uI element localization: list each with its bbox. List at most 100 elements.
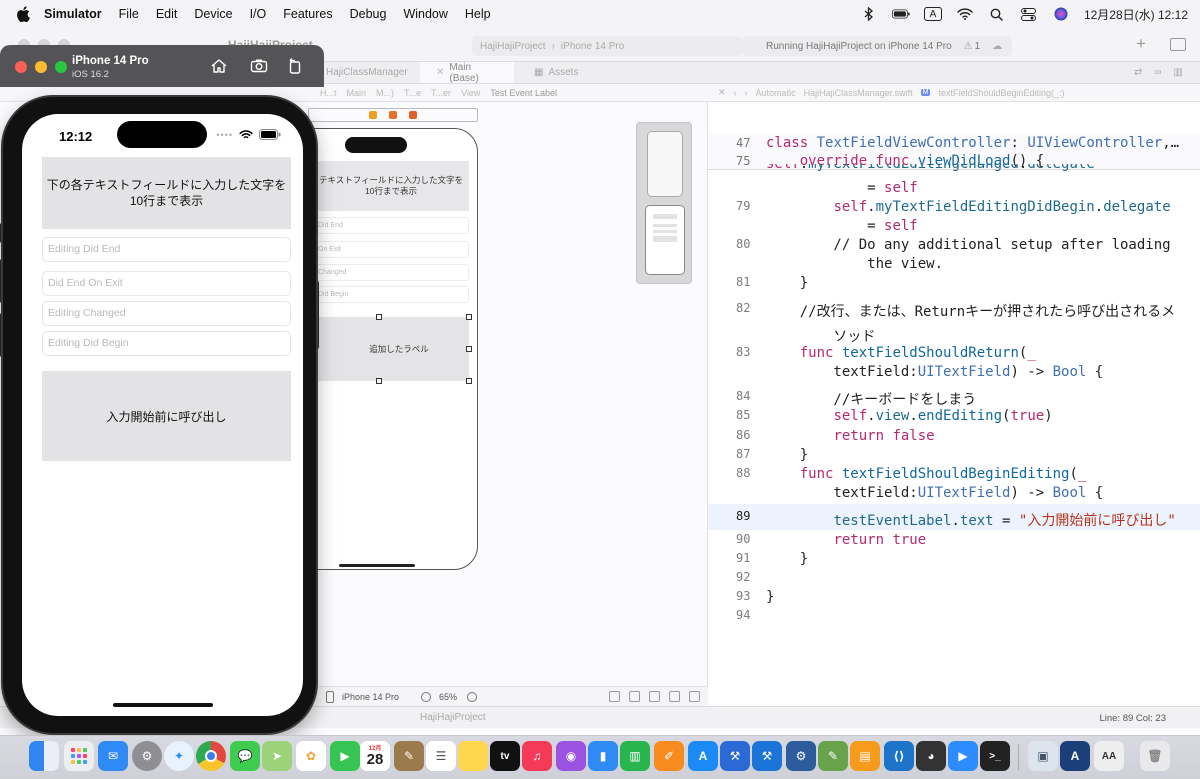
apple-icon[interactable] (16, 6, 30, 22)
menu-help[interactable]: Help (465, 7, 491, 21)
screenshot-icon[interactable] (250, 57, 268, 75)
preview-icon[interactable]: ▣ (1028, 741, 1058, 771)
mail-icon[interactable]: ✉ (98, 741, 128, 771)
apple-tv-icon[interactable]: tv (490, 741, 520, 771)
storyboard-textfield[interactable]: On Exit (309, 241, 469, 258)
music-icon[interactable]: ♫ (522, 741, 552, 771)
rotate-icon[interactable] (286, 57, 304, 75)
code-line-partial[interactable]: self.myTextFieldEditingChanged.delegate (708, 164, 1200, 178)
menu-io[interactable]: I/O (250, 7, 267, 21)
align-icon[interactable] (629, 691, 640, 702)
jump-file[interactable]: HajiHajiClassManager.swift (804, 88, 913, 98)
zoom-level[interactable]: 65% (439, 692, 457, 702)
keynote-icon[interactable]: ▮ (588, 741, 618, 771)
update-frames-icon[interactable] (609, 691, 620, 702)
scheme-selector[interactable]: HajiHajiProject › iPhone 14 Pro (472, 36, 742, 56)
menu-edit[interactable]: Edit (156, 7, 178, 21)
swap-icon[interactable]: ⇄ (1134, 67, 1142, 78)
numbers-icon[interactable]: ▥ (620, 741, 650, 771)
menu-device[interactable]: Device (194, 7, 232, 21)
textfield-editing-did-end[interactable]: Editing Did End (42, 237, 291, 262)
device-config[interactable]: iPhone 14 Pro (342, 692, 399, 702)
textfield-did-end-on-exit[interactable]: Did End On Exit (42, 271, 291, 296)
jump-item[interactable]: Main (347, 88, 367, 98)
menu-app-simulator[interactable]: Simulator (44, 7, 102, 21)
first-responder-icon[interactable] (389, 111, 397, 119)
xcode-icon[interactable]: ⚒ (752, 741, 782, 771)
zoom-icon[interactable] (55, 61, 67, 73)
jump-item[interactable]: View (461, 88, 480, 98)
tab-assets[interactable]: ▦ Assets (534, 62, 578, 83)
storyboard-minimap[interactable] (636, 122, 692, 284)
code-line-current[interactable]: 89 testEventLabel.text = "入力開始前に呼び出し" (708, 504, 1200, 530)
zoom-in-icon[interactable] (467, 691, 478, 702)
scene-dock[interactable] (308, 108, 478, 122)
cloud-icon[interactable]: ☁ (992, 41, 1002, 52)
home-indicator[interactable] (113, 703, 213, 707)
link-icon[interactable]: ∞ (1154, 67, 1161, 78)
input-source-indicator[interactable]: A (923, 7, 942, 21)
storyboard-canvas[interactable]: テキストフィールドに入力した文字を10行まで表示 Did End On Exit… (308, 102, 708, 686)
battery-icon[interactable] (891, 7, 910, 21)
resize-handle[interactable] (466, 314, 472, 320)
textfield-editing-changed[interactable]: Editing Changed (42, 301, 291, 326)
textfield-editing-did-begin[interactable]: Editing Did Begin (42, 331, 291, 356)
reminders-icon[interactable]: ☰ (426, 741, 456, 771)
notes-app-icon[interactable]: ✎ (394, 741, 424, 771)
add-icon[interactable]: + (1136, 34, 1146, 54)
wifi-icon[interactable] (956, 7, 974, 21)
bluetooth-icon[interactable] (860, 7, 878, 21)
status-breadcrumb[interactable]: HajiHajiProject (420, 712, 486, 723)
warning-icon[interactable]: ⚠ (964, 41, 973, 52)
jump-method[interactable]: textFieldShouldBeginEditing(_:) (938, 88, 1064, 98)
simulator-window[interactable]: iPhone 14 Pro iOS 16.2 12:12 •••• 下の各テキス… (0, 45, 324, 735)
split-editor-icon[interactable]: ▥ (1174, 67, 1183, 78)
jump-item[interactable]: T...er (431, 88, 451, 98)
xcode-tool-icon[interactable]: ⚒ (720, 741, 750, 771)
storyboard-textfield[interactable]: Did Begin (309, 286, 469, 303)
close-icon[interactable]: ✕ (718, 87, 726, 98)
jump-item[interactable]: M...) (376, 88, 394, 98)
tab-hajiclassmanager[interactable]: HajiClassManager (326, 62, 408, 83)
zoom-app-icon[interactable]: ▶ (948, 741, 978, 771)
vscode-icon[interactable]: ⟨⟩ (884, 741, 914, 771)
jump-item-selected[interactable]: Test Event Label (490, 88, 557, 98)
finder-icon[interactable] (29, 741, 59, 771)
resize-handle[interactable] (376, 378, 382, 384)
jump-item[interactable]: T...e (404, 88, 421, 98)
close-icon[interactable]: ✕ (436, 67, 444, 78)
simulator-title-bar[interactable]: iPhone 14 Pro iOS 16.2 (0, 45, 324, 87)
sticky-header-class[interactable]: 47 class TextFieldViewController: UIView… (708, 134, 1200, 152)
books-icon[interactable]: ▤ (850, 741, 880, 771)
resize-handle[interactable] (376, 314, 382, 320)
storyboard-textfield[interactable]: Changed (309, 264, 469, 281)
storyboard-header-label[interactable]: テキストフィールドに入力した文字を10行まで表示 (309, 161, 469, 211)
forward-icon[interactable]: › (745, 88, 748, 98)
menu-file[interactable]: File (119, 7, 139, 21)
instruments-icon[interactable]: ⚙ (786, 741, 816, 771)
zoom-out-icon[interactable] (421, 691, 432, 702)
editor-jump-bar[interactable]: ✕ ‹ › Automatic HajiHajiClassManager.swi… (708, 84, 1200, 102)
facetime-icon[interactable]: ▶ (330, 741, 360, 771)
exit-icon[interactable] (409, 111, 417, 119)
script-editor-icon[interactable]: ✎ (818, 741, 848, 771)
discord-icon[interactable]: ◕ (916, 741, 946, 771)
messages-icon[interactable]: 💬 (230, 741, 260, 771)
terminal-icon[interactable]: >_ (980, 741, 1010, 771)
xcode-dev-icon[interactable]: A (1060, 741, 1090, 771)
minimize-icon[interactable] (35, 61, 47, 73)
podcasts-icon[interactable]: ◉ (556, 741, 586, 771)
menu-window[interactable]: Window (403, 7, 447, 21)
close-icon[interactable] (15, 61, 27, 73)
siri-icon[interactable] (1052, 7, 1070, 21)
iphone-screen[interactable]: 12:12 •••• 下の各テキストフィールドに入力した文字を10行まで表示 E… (22, 114, 303, 716)
tab-main-base[interactable]: ✕ Main (Base) (420, 62, 514, 84)
maps-icon[interactable]: ➤ (262, 741, 292, 771)
scheme-name[interactable]: HajiHajiProject (480, 41, 546, 52)
notes-icon[interactable] (458, 741, 488, 771)
jump-automatic[interactable]: Automatic (756, 88, 796, 98)
menubar-clock[interactable]: 12月28日(水) 12:12 (1084, 6, 1188, 23)
spotlight-search-icon[interactable] (988, 7, 1006, 21)
storyboard-textfield[interactable]: Did End (309, 217, 469, 234)
font-book-icon[interactable]: AA (1094, 741, 1124, 771)
